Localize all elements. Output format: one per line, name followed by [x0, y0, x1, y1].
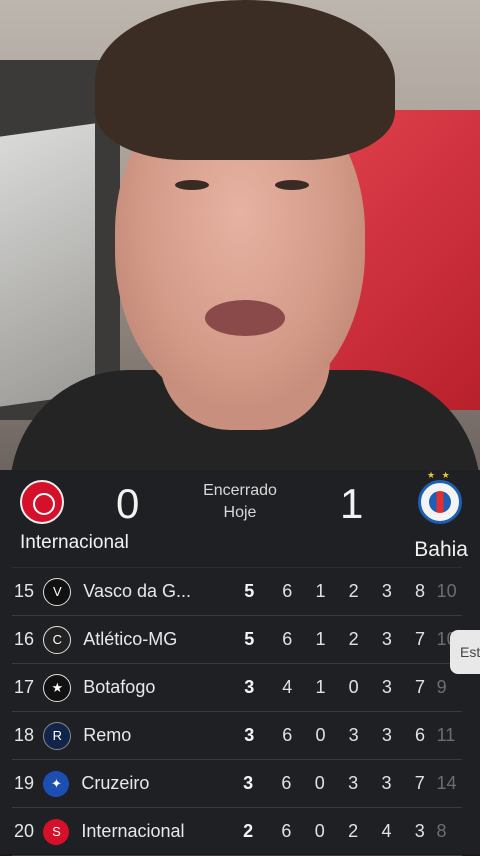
row-draws: 3: [348, 773, 359, 793]
row-losses: 3: [381, 581, 392, 601]
home-score: 0: [116, 480, 140, 527]
status-day: Hoje: [223, 504, 257, 521]
background-light-panel: [0, 123, 95, 407]
row-position: 19: [14, 773, 35, 793]
row-team-name: Internacional: [81, 821, 185, 841]
person-hair: [95, 0, 395, 160]
row-goals-for: 6: [415, 725, 426, 745]
row-goals-for: 7: [415, 677, 426, 697]
row-draws: 2: [348, 821, 359, 841]
row-position: 17: [14, 677, 35, 697]
row-team-name: Atlético-MG: [83, 629, 178, 649]
row-wins: 1: [315, 581, 326, 601]
bahia-crest-icon: [418, 480, 462, 524]
table-row[interactable]: 19 ✦ Cruzeiro 3 6 0 3 3 7 14: [12, 760, 462, 808]
row-goals-against: 14: [436, 773, 457, 793]
row-points: 3: [244, 677, 255, 697]
row-losses: 4: [381, 821, 392, 841]
row-points: 3: [243, 773, 254, 793]
person-eye-left: [175, 180, 209, 190]
row-points: 2: [243, 821, 254, 841]
row-draws: 2: [348, 629, 359, 649]
row-wins: 0: [314, 821, 325, 841]
video-frame: [0, 0, 480, 470]
row-losses: 3: [381, 725, 392, 745]
row-goals-against: 9: [436, 677, 447, 697]
row-points: 3: [244, 725, 255, 745]
row-points: 5: [244, 581, 255, 601]
side-tab[interactable]: Est: [450, 630, 480, 674]
botafogo-crest-icon: ★: [43, 673, 72, 702]
row-draws: 0: [348, 677, 359, 697]
person-mouth: [205, 300, 285, 336]
internacional-small-crest-icon: S: [43, 818, 70, 845]
remo-crest-icon: R: [43, 721, 72, 750]
vasco-crest-icon: V: [43, 577, 72, 606]
away-team-name: Bahia: [414, 538, 468, 561]
row-losses: 3: [381, 677, 392, 697]
row-goals-for: 8: [415, 581, 426, 601]
table-row[interactable]: 17 ★ Botafogo 3 4 1 0 3 7 9: [12, 664, 462, 712]
row-position: 15: [14, 581, 35, 601]
row-played: 6: [282, 629, 293, 649]
row-played: 6: [282, 581, 293, 601]
row-losses: 3: [381, 629, 392, 649]
row-losses: 3: [381, 773, 392, 793]
row-wins: 1: [315, 677, 326, 697]
match-status: Encerrado Hoje: [190, 480, 290, 524]
row-goals-for: 3: [414, 821, 425, 841]
row-played: 6: [281, 821, 292, 841]
row-goals-for: 7: [415, 629, 426, 649]
row-team-name: Cruzeiro: [81, 773, 150, 793]
row-team-name: Remo: [83, 725, 132, 745]
status-label: Encerrado: [203, 482, 277, 499]
internacional-crest-icon: [20, 480, 64, 524]
row-goals-against: 10: [436, 581, 457, 601]
cruzeiro-crest-icon: ✦: [43, 770, 70, 797]
table-row[interactable]: 18 R Remo 3 6 0 3 3 6 11: [12, 712, 462, 760]
row-wins: 1: [315, 629, 326, 649]
table-row[interactable]: 15 V Vasco da G... 5 6 1 2 3 8 10: [12, 567, 462, 616]
standings-table: 15 V Vasco da G... 5 6 1 2 3 8 10 16 C A…: [12, 567, 462, 856]
row-played: 4: [282, 677, 293, 697]
home-team-name: Internacional: [20, 532, 129, 553]
row-draws: 2: [348, 581, 359, 601]
row-position: 20: [14, 821, 35, 841]
away-score: 1: [340, 480, 364, 527]
row-played: 6: [282, 725, 293, 745]
row-goals-for: 7: [414, 773, 425, 793]
row-team-name: Botafogo: [83, 677, 156, 697]
row-position: 18: [14, 725, 35, 745]
row-played: 6: [281, 773, 292, 793]
row-team-name: Vasco da G...: [83, 581, 191, 601]
row-wins: 0: [314, 773, 325, 793]
row-position: 16: [14, 629, 35, 649]
table-row[interactable]: 16 C Atlético-MG 5 6 1 2 3 7 10: [12, 616, 462, 664]
row-goals-against: 11: [436, 725, 456, 745]
row-wins: 0: [315, 725, 326, 745]
row-goals-against: 8: [436, 821, 447, 841]
row-points: 5: [244, 629, 255, 649]
person-eye-right: [275, 180, 309, 190]
row-draws: 3: [348, 725, 359, 745]
atletico-crest-icon: C: [43, 625, 72, 654]
table-row[interactable]: 20 S Internacional 2 6 0 2 4 3 8: [12, 808, 462, 856]
